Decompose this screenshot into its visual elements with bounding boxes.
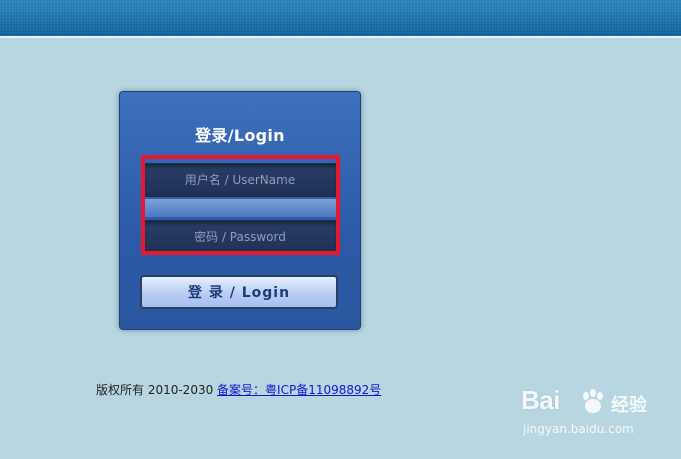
top-header-bar [0, 0, 681, 38]
baidu-jingyan-watermark: Bai 经验 jingyan.baidu.com [521, 385, 661, 445]
paw-icon [583, 389, 603, 413]
watermark-jingyan: 经验 [611, 395, 647, 416]
copyright-text: 版权所有 2010-2030 [96, 383, 218, 397]
watermark-brand: Bai [521, 385, 560, 415]
annotation-highlight-box [141, 155, 340, 255]
login-title: 登录/Login [195, 126, 285, 145]
footer: 版权所有 2010-2030 备案号：粤ICP备11098892号 [96, 381, 381, 398]
login-button[interactable]: 登 录 / Login [140, 275, 338, 309]
icp-link[interactable]: 备案号：粤ICP备11098892号 [217, 383, 381, 397]
watermark-url: jingyan.baidu.com [523, 422, 634, 436]
